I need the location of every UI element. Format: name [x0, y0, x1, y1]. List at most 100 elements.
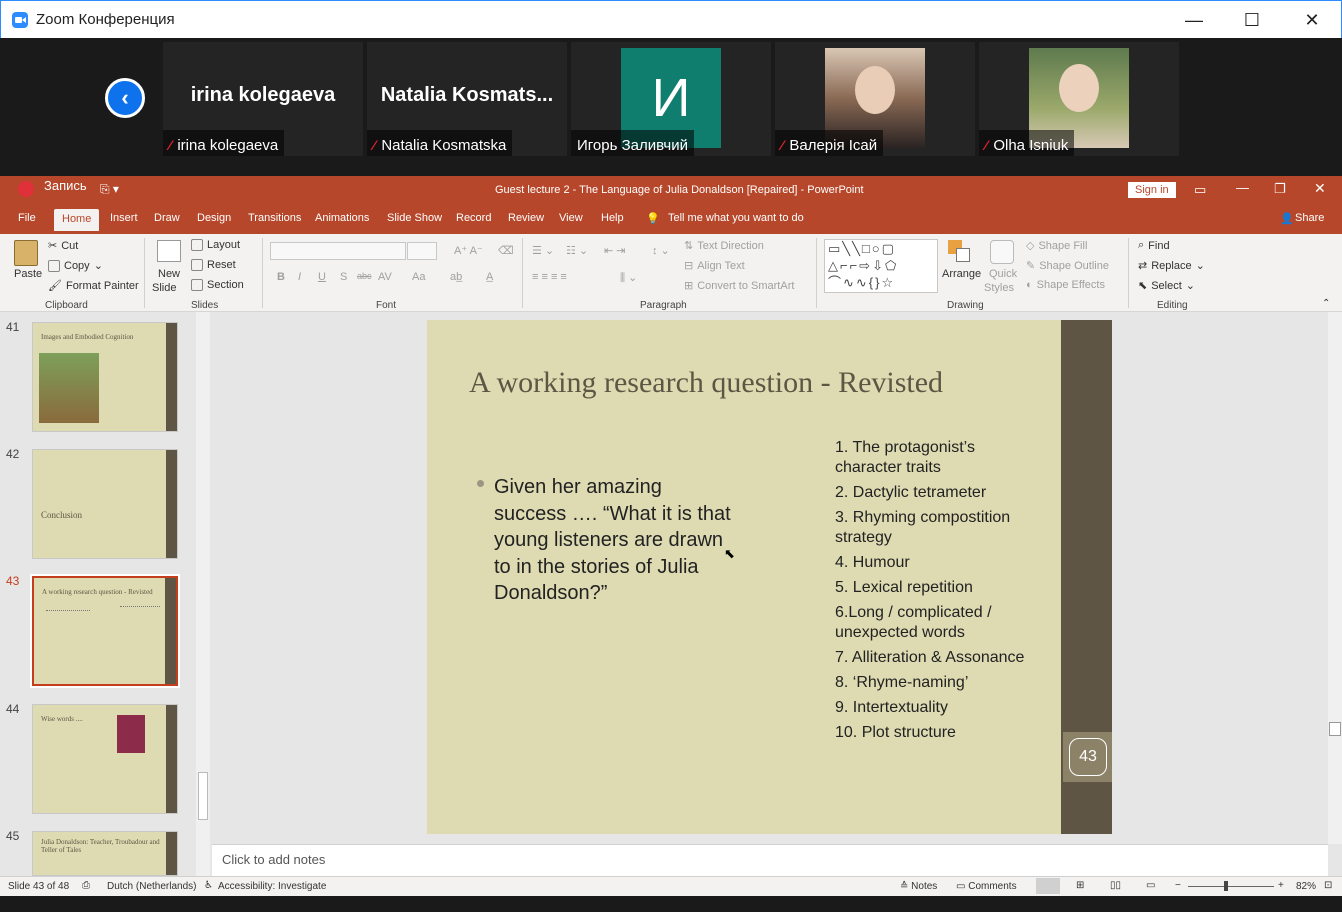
- sign-in-button[interactable]: Sign in: [1128, 182, 1176, 198]
- paste-icon[interactable]: [14, 240, 38, 266]
- indent-icon[interactable]: ⇤ ⇥: [604, 244, 626, 257]
- char-spacing-button[interactable]: AV: [378, 271, 392, 283]
- slide-sorter-icon[interactable]: ⊞: [1076, 880, 1084, 891]
- slideshow-icon[interactable]: ▭: [1146, 880, 1155, 891]
- bold-button[interactable]: B: [277, 271, 285, 283]
- slide-thumbnail[interactable]: Julia Donaldson: Teacher, Troubadour and…: [32, 831, 178, 876]
- tab-slide-show[interactable]: Slide Show: [387, 212, 442, 224]
- tab-insert[interactable]: Insert: [110, 212, 138, 224]
- participant-tile[interactable]: Natalia Kosmats... ⁄ Natalia Kosmatska: [367, 42, 567, 156]
- quick-styles-button-line2[interactable]: Styles: [984, 282, 1014, 294]
- scrollbar-thumb[interactable]: [198, 772, 208, 820]
- convert-smartart-button[interactable]: ⊞ Convert to SmartArt: [684, 279, 794, 293]
- cut-button[interactable]: ✂ Cut: [48, 239, 78, 253]
- fit-slide-icon[interactable]: ⊡: [1324, 880, 1332, 891]
- font-size-select[interactable]: [407, 242, 437, 260]
- slide-title[interactable]: A working research question - Revisted: [469, 366, 943, 400]
- slide-numbered-list[interactable]: 1. The protagonist’s character traits 2.…: [835, 438, 1045, 748]
- tab-animations[interactable]: Animations: [315, 212, 369, 224]
- ribbon-display-icon[interactable]: ▭: [1194, 182, 1206, 198]
- shapes-gallery[interactable]: ▭╲╲□○▢ △⌐⌐⇨⇩⬠ ⌒∿∿{}☆: [824, 239, 938, 293]
- scrollbar-thumb[interactable]: [1329, 722, 1341, 736]
- zoom-slider[interactable]: [1188, 881, 1274, 891]
- zoom-level[interactable]: 82%: [1296, 881, 1316, 892]
- share-icon[interactable]: 👤: [1280, 212, 1294, 225]
- shape-outline-button[interactable]: ✎ Shape Outline: [1026, 259, 1109, 273]
- notes-pane[interactable]: Click to add notes: [212, 844, 1328, 876]
- numbering-icon[interactable]: ☷ ⌄: [566, 244, 588, 257]
- underline-button[interactable]: U: [318, 271, 326, 283]
- copy-button[interactable]: Copy ⌄: [48, 259, 103, 272]
- bullets-icon[interactable]: ☰ ⌄: [532, 244, 554, 257]
- comments-button[interactable]: ▭ Comments: [956, 881, 1017, 892]
- format-painter-button[interactable]: 🖌 Format Painter: [48, 279, 139, 293]
- participant-tile[interactable]: ⁄ Olha Isniuk: [979, 42, 1179, 156]
- align-text-button[interactable]: ⊟ Align Text: [684, 259, 745, 273]
- editor-scrollbar[interactable]: [1328, 312, 1342, 844]
- quick-access-icon[interactable]: ⎘ ▾: [100, 182, 119, 197]
- close-icon[interactable]: ✕: [1283, 1, 1341, 39]
- restore-icon[interactable]: ❐: [1274, 181, 1286, 197]
- shape-fill-button[interactable]: ◇ Shape Fill: [1026, 239, 1087, 253]
- line-spacing-icon[interactable]: ↕ ⌄: [652, 244, 670, 257]
- current-slide[interactable]: A working research question - Revisted G…: [427, 320, 1112, 834]
- quick-styles-icon[interactable]: [990, 240, 1014, 264]
- chevron-left-icon[interactable]: ‹: [105, 78, 145, 118]
- collapse-ribbon-icon[interactable]: ⌃: [1322, 298, 1330, 309]
- new-slide-button[interactable]: New: [158, 268, 180, 280]
- increase-font-icon[interactable]: A⁺ A⁻: [454, 244, 483, 257]
- reading-view-icon[interactable]: ▯▯: [1110, 880, 1121, 891]
- select-button[interactable]: ⬉ Select ⌄: [1138, 279, 1195, 293]
- new-slide-button-line2[interactable]: Slide: [152, 282, 176, 294]
- replace-button[interactable]: ⇄ Replace ⌄: [1138, 259, 1205, 273]
- columns-icon[interactable]: ⫼ ⌄: [620, 271, 637, 285]
- quick-styles-button[interactable]: Quick: [989, 268, 1017, 280]
- slide-thumbnail-selected[interactable]: A working research question - Revisted: [30, 574, 180, 688]
- change-case-button[interactable]: Aa: [412, 271, 425, 283]
- thumbnail-scrollbar[interactable]: [196, 312, 210, 876]
- arrange-button[interactable]: Arrange: [942, 268, 981, 280]
- strikethrough-button[interactable]: abc: [357, 271, 372, 281]
- participant-tile[interactable]: ⁄ Валерія Ісай: [775, 42, 975, 156]
- layout-button[interactable]: Layout: [191, 239, 240, 251]
- notes-button[interactable]: ≙ Notes: [900, 881, 937, 892]
- italic-button[interactable]: I: [298, 271, 301, 283]
- accessibility-status[interactable]: Accessibility: Investigate: [218, 881, 326, 892]
- section-button[interactable]: Section: [191, 279, 244, 291]
- tab-transitions[interactable]: Transitions: [248, 212, 301, 224]
- tell-me-search[interactable]: Tell me what you want to do: [668, 212, 804, 224]
- participant-tile[interactable]: irina kolegaeva ⁄ irina kolegaeva: [163, 42, 363, 156]
- font-color-icon[interactable]: A̲: [486, 271, 493, 283]
- tab-home[interactable]: Home: [54, 209, 100, 231]
- new-slide-icon[interactable]: [157, 240, 181, 262]
- tab-file[interactable]: File: [18, 212, 36, 224]
- record-icon[interactable]: [18, 181, 34, 197]
- highlight-icon[interactable]: ab̲: [450, 271, 462, 283]
- slide-thumbnail[interactable]: Conclusion: [32, 449, 178, 559]
- participant-tile[interactable]: И Игорь Заливчий: [571, 42, 771, 156]
- reset-button[interactable]: Reset: [191, 259, 236, 271]
- arrange-icon[interactable]: [948, 240, 972, 264]
- minimize-icon[interactable]: —: [1236, 180, 1249, 195]
- tab-help[interactable]: Help: [601, 212, 624, 224]
- normal-view-icon[interactable]: [1036, 878, 1060, 894]
- close-icon[interactable]: ✕: [1314, 180, 1326, 197]
- shape-effects-button[interactable]: ◐ Shape Effects: [1026, 279, 1105, 291]
- minimize-icon[interactable]: —: [1165, 1, 1223, 39]
- maximize-icon[interactable]: ☐: [1223, 1, 1281, 39]
- align-icons[interactable]: ≡ ≡ ≡ ≡: [532, 271, 567, 283]
- zoom-slider-thumb[interactable]: [1224, 881, 1228, 891]
- find-button[interactable]: ⌕ Find: [1138, 239, 1170, 252]
- zoom-out-icon[interactable]: −: [1175, 880, 1181, 891]
- spelling-icon[interactable]: ⎙: [82, 880, 90, 891]
- language-indicator[interactable]: Dutch (Netherlands): [107, 881, 196, 892]
- tab-record[interactable]: Record: [456, 212, 491, 224]
- text-direction-button[interactable]: ⇅ Text Direction: [684, 239, 764, 253]
- tab-view[interactable]: View: [559, 212, 583, 224]
- share-button[interactable]: Share: [1295, 212, 1324, 224]
- font-name-select[interactable]: [270, 242, 406, 260]
- slide-bullet-text[interactable]: Given her amazing success …. “What it is…: [494, 474, 734, 607]
- clear-format-icon[interactable]: ⌫: [498, 244, 514, 257]
- zoom-in-icon[interactable]: +: [1278, 880, 1284, 891]
- slide-thumbnail[interactable]: Wise words ....: [32, 704, 178, 814]
